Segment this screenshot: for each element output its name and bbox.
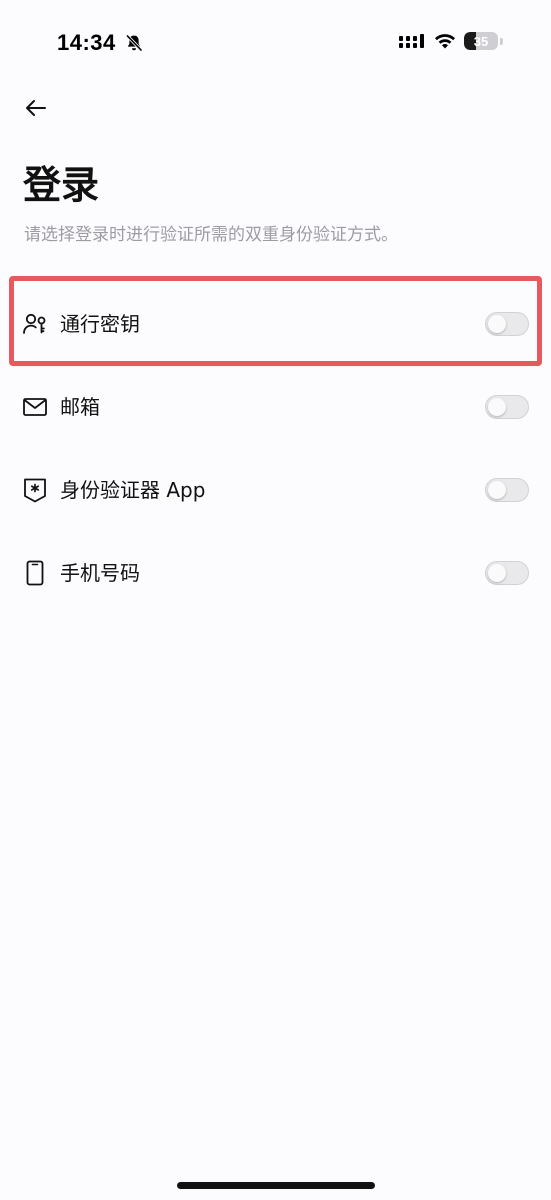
toggle-knob [488, 398, 506, 416]
page-subtitle: 请选择登录时进行验证所需的双重身份验证方式。 [24, 225, 398, 245]
mail-icon [23, 398, 47, 416]
option-row-email[interactable]: 邮箱 [0, 365, 551, 449]
cellular-signal-icon [399, 34, 424, 48]
wifi-icon [435, 34, 455, 49]
option-label-passkey: 通行密钥 [60, 312, 140, 336]
toggle-knob [488, 564, 506, 582]
toggle-email[interactable] [485, 395, 529, 419]
passkey-person-icon [23, 313, 46, 334]
toggle-passkey[interactable] [485, 312, 529, 336]
status-time: 14:34 [57, 30, 116, 55]
bell-slash-icon [125, 34, 143, 52]
option-row-authenticator[interactable]: 身份验证器 App [0, 448, 551, 532]
battery-cap [500, 37, 503, 45]
phone-icon [26, 560, 44, 586]
option-label-authenticator: 身份验证器 App [60, 478, 206, 502]
battery-level: 35 [473, 33, 489, 49]
battery-indicator: 35 [464, 32, 498, 50]
back-button[interactable] [22, 94, 50, 122]
page-title: 登录 [23, 163, 100, 207]
option-label-email: 邮箱 [60, 395, 100, 419]
status-right-group: 35 [398, 32, 503, 50]
toggle-authenticator[interactable] [485, 478, 529, 502]
toggle-knob [488, 481, 506, 499]
toggle-knob [488, 315, 506, 333]
option-label-phone: 手机号码 [60, 561, 140, 585]
option-row-phone[interactable]: 手机号码 [0, 531, 551, 615]
option-row-passkey[interactable]: 通行密钥 [0, 282, 551, 366]
authenticator-shield-icon [24, 478, 46, 503]
toggle-phone[interactable] [485, 561, 529, 585]
status-time-group: 14:34 [57, 30, 144, 56]
status-bar: 14:34 35 [0, 0, 551, 80]
home-indicator[interactable] [177, 1182, 375, 1189]
arrow-left-icon [26, 100, 46, 116]
